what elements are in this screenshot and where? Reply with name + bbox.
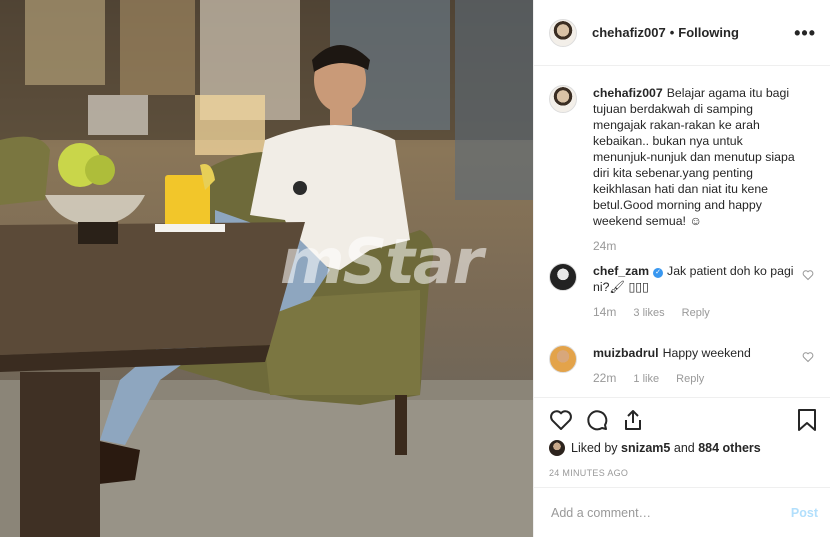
following-button[interactable]: Following bbox=[678, 25, 739, 40]
comment-meta: 14m 3 likes Reply bbox=[593, 305, 798, 319]
comments-list[interactable]: chehafiz007 Belajar agama itu bagi tujuan… bbox=[534, 67, 830, 397]
comment-time[interactable]: 14m bbox=[593, 305, 616, 319]
caption-text: Belajar agama itu bagi tujuan berdakwah … bbox=[593, 86, 795, 228]
post-comment-button[interactable]: Post bbox=[791, 506, 818, 520]
comment-likes[interactable]: 1 like bbox=[633, 373, 659, 385]
add-comment-bar: Post bbox=[534, 487, 830, 537]
comment-input[interactable] bbox=[549, 504, 791, 521]
comment-bubble-icon[interactable] bbox=[585, 408, 609, 432]
photo-watermark: mStar bbox=[280, 225, 483, 298]
post-timestamp[interactable]: 24 MINUTES AGO bbox=[549, 468, 628, 478]
liker-avatar[interactable] bbox=[549, 440, 565, 456]
comment-meta: 22m 1 like Reply bbox=[593, 371, 798, 385]
comment-text: Happy weekend bbox=[662, 346, 751, 360]
separator-dot: • bbox=[669, 25, 675, 40]
list-item: chef_zam ✓ Jak patient doh ko pagi ni?🖌 ▯▯… bbox=[549, 263, 814, 319]
action-icons bbox=[549, 408, 657, 432]
author-username[interactable]: chehafiz007 bbox=[592, 25, 666, 40]
comment-username[interactable]: chef_zam bbox=[593, 264, 649, 278]
post-header: chehafiz007 • Following ••• bbox=[534, 0, 830, 66]
caption: chehafiz007 Belajar agama itu bagi tujuan… bbox=[549, 85, 814, 253]
like-comment-heart-icon[interactable] bbox=[802, 351, 814, 363]
comment-likes[interactable]: 3 likes bbox=[633, 307, 664, 319]
comment-time[interactable]: 22m bbox=[593, 371, 616, 385]
caption-text-block: chehafiz007 Belajar agama itu bagi tujuan… bbox=[593, 85, 798, 229]
reply-button[interactable]: Reply bbox=[682, 307, 710, 319]
comment-text-block: muizbadrul Happy weekend bbox=[593, 345, 798, 361]
comment-text-block: chef_zam ✓ Jak patient doh ko pagi ni?🖌 ▯▯… bbox=[593, 263, 798, 295]
caption-username[interactable]: chehafiz007 bbox=[593, 86, 663, 100]
reply-button[interactable]: Reply bbox=[676, 373, 704, 385]
caption-meta: 24m bbox=[593, 239, 798, 253]
commenter-avatar[interactable] bbox=[549, 345, 577, 373]
liked-by-joiner: and bbox=[673, 441, 695, 455]
caption-avatar[interactable] bbox=[549, 85, 577, 113]
list-item: muizbadrul Happy weekend 22m 1 like Reply bbox=[549, 345, 814, 385]
more-options-icon[interactable]: ••• bbox=[794, 24, 816, 42]
commenter-avatar[interactable] bbox=[549, 263, 577, 291]
author-avatar[interactable] bbox=[549, 18, 577, 47]
verified-badge-icon: ✓ bbox=[653, 268, 664, 278]
like-comment-heart-icon[interactable] bbox=[802, 269, 814, 281]
liker-username[interactable]: snizam5 bbox=[621, 441, 670, 455]
likes-summary: Liked by snizam5 and 884 others bbox=[549, 440, 761, 456]
comment-username[interactable]: muizbadrul bbox=[593, 346, 659, 360]
likes-count[interactable]: 884 others bbox=[698, 441, 761, 455]
like-heart-icon[interactable] bbox=[549, 408, 573, 432]
post-sidebar: chehafiz007 • Following ••• chehafiz007 B… bbox=[533, 0, 830, 537]
bookmark-save-icon[interactable] bbox=[796, 408, 818, 432]
post-actions: Liked by snizam5 and 884 others 24 MINUT… bbox=[534, 397, 830, 487]
caption-time[interactable]: 24m bbox=[593, 239, 616, 253]
share-icon[interactable] bbox=[621, 408, 645, 432]
post-photo[interactable]: mStar bbox=[0, 0, 533, 537]
liked-by-prefix: Liked by bbox=[571, 441, 618, 455]
